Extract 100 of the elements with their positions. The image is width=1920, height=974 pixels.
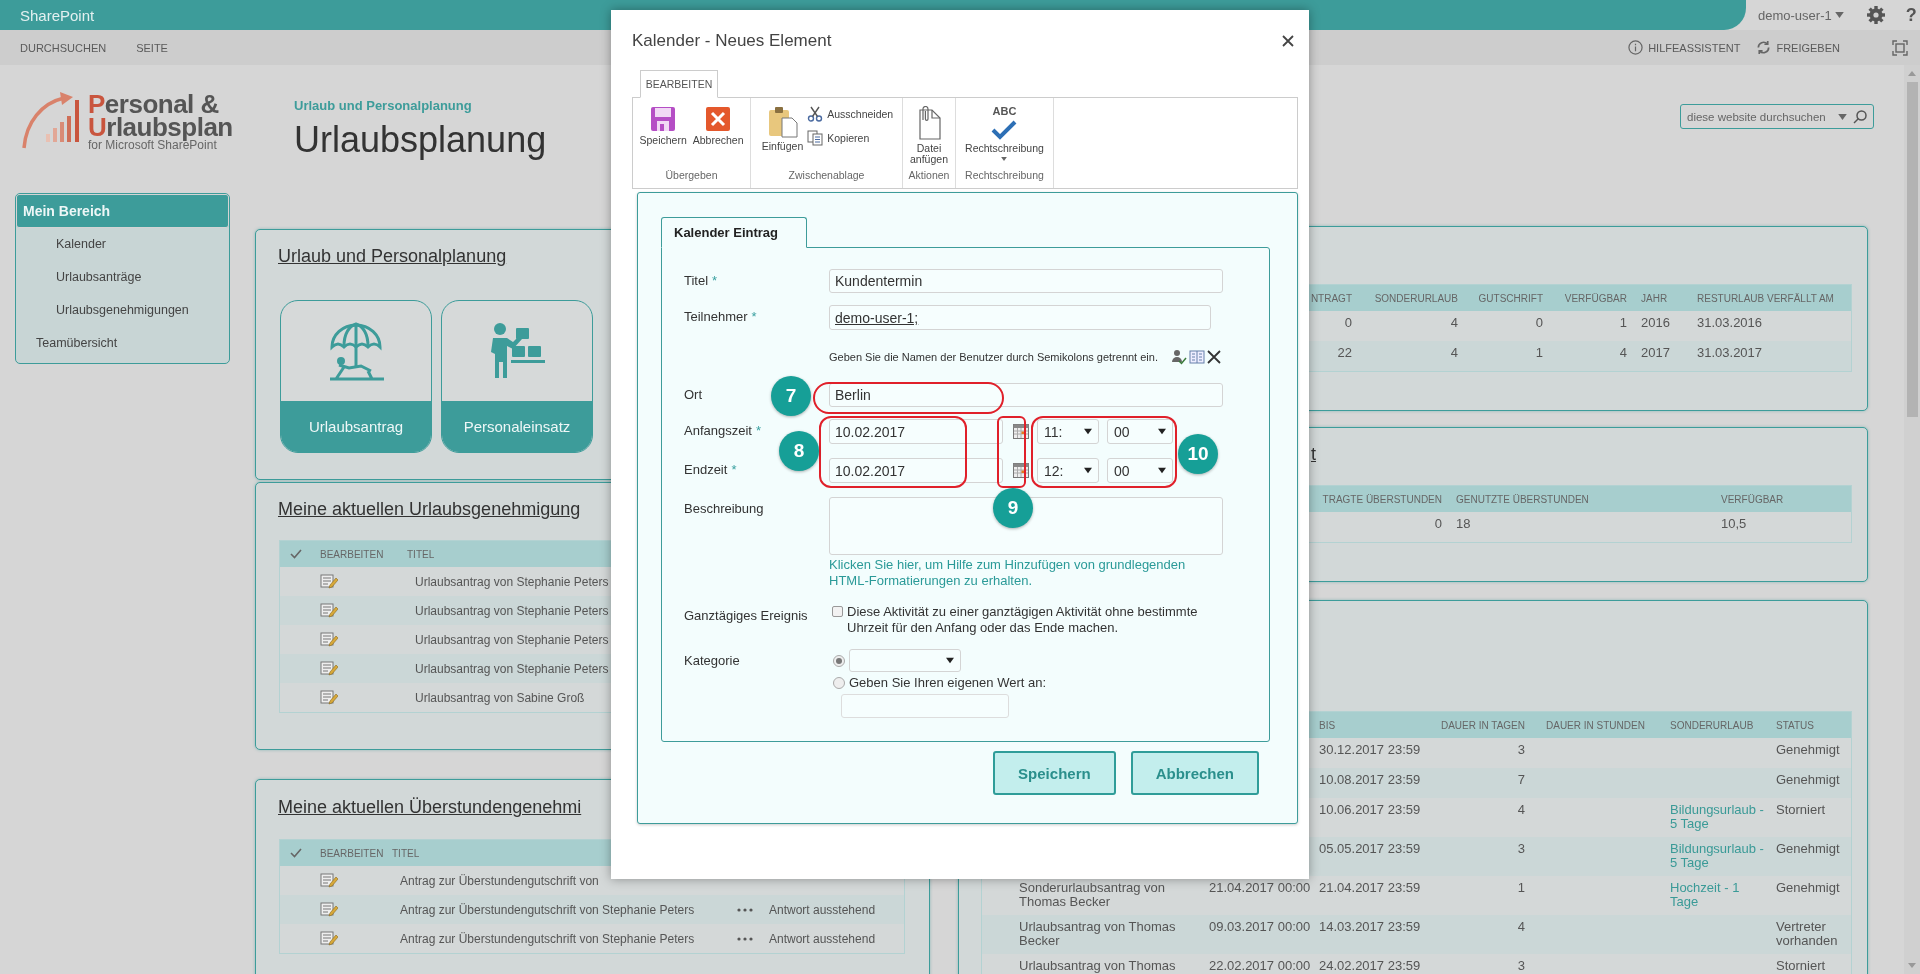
table-cell: 3 <box>1517 958 1525 973</box>
ribbon-button[interactable]: Kopieren <box>807 130 894 146</box>
hour-select[interactable]: 11: <box>1037 419 1099 444</box>
radio-button[interactable] <box>833 676 845 689</box>
column-header[interactable]: GUTSCHRIFT <box>1478 292 1543 304</box>
column-header[interactable]: BEARBEITEN <box>320 548 407 560</box>
fullscreen-icon[interactable] <box>1892 39 1908 56</box>
check-icon <box>290 549 302 559</box>
edit-icon[interactable] <box>320 660 338 677</box>
scrollbar[interactable] <box>1904 65 1920 974</box>
ribbon-button[interactable]: ABC Rechtschreibung <box>963 104 1046 169</box>
command-link[interactable]: DURCHSUCHEN <box>20 41 107 54</box>
more-icon[interactable] <box>737 907 753 912</box>
remove-icon[interactable] <box>1207 350 1221 364</box>
column-header[interactable]: JAHR <box>1641 292 1668 304</box>
nav-item[interactable]: Urlaubsgenehmigungen <box>16 294 229 327</box>
tile[interactable]: Personaleinsatz <box>441 300 593 453</box>
ribbon-button[interactable]: Speichern <box>637 104 689 169</box>
column-header[interactable]: STATUS <box>1776 719 1814 731</box>
caret-icon[interactable] <box>1084 467 1092 474</box>
dialog-button[interactable]: Abbrechen <box>1130 751 1259 795</box>
ribbon-tab[interactable]: BEARBEITEN <box>640 70 718 98</box>
edit-icon[interactable] <box>320 573 338 590</box>
more-icon[interactable] <box>737 936 753 941</box>
table-cell: 2016 <box>1641 315 1670 330</box>
help-link[interactable]: HILFEASSISTENT <box>1628 40 1741 55</box>
search-field[interactable]: diese website durchsuchen <box>1687 110 1832 123</box>
table-cell-text: Genehmigt <box>1776 773 1841 787</box>
panel-title[interactable]: t <box>1311 444 1316 464</box>
ribbon-button[interactable]: Ausschneiden <box>807 106 894 122</box>
column-header[interactable]: TRAGTE ÜBERSTUNDEN <box>1322 493 1442 505</box>
table-cell: 09.03.2017 00:00 <box>1209 919 1311 934</box>
table-cell: 05.05.2017 23:59 <box>1319 841 1421 856</box>
share-link[interactable]: FREIGEBEN <box>1756 40 1840 55</box>
caret-icon[interactable] <box>1158 467 1166 474</box>
column-header[interactable]: VERFÜGBAR <box>1721 493 1784 505</box>
person-check-icon[interactable] <box>1171 349 1187 365</box>
nav-item[interactable]: Teamübersicht <box>16 327 229 360</box>
ribbon-button[interactable]: Einfügen <box>759 104 806 169</box>
settings-icon[interactable] <box>1865 5 1886 25</box>
text-field[interactable]: Berlin <box>829 383 1223 407</box>
nav-item[interactable]: Mein Bereich <box>16 194 229 228</box>
nav-item[interactable]: Kalender <box>16 228 229 261</box>
tile[interactable]: Urlaubsantrag <box>280 300 432 453</box>
edit-icon[interactable] <box>320 602 338 619</box>
caret-icon[interactable] <box>946 657 954 664</box>
edit-icon[interactable] <box>320 689 338 706</box>
edit-icon[interactable] <box>320 631 338 648</box>
panel-title[interactable]: Meine aktuellen Urlaubsgenehmigung <box>278 499 581 519</box>
description-field[interactable] <box>829 497 1223 555</box>
nav-item[interactable]: Urlaubsanträge <box>16 261 229 294</box>
search-icon[interactable] <box>1853 109 1867 124</box>
minute-select[interactable]: 00 <box>1107 419 1173 444</box>
required-mark: * <box>731 462 737 477</box>
table-cell[interactable]: Antrag zur Überstundengutschrift von Stephanie Peters <box>392 931 737 946</box>
ribbon-button[interactable]: Abbrechen <box>690 104 746 169</box>
caret-icon[interactable] <box>1084 428 1092 435</box>
command-link[interactable]: SEITE <box>136 41 168 54</box>
help-link[interactable]: Klicken Sie hier, um Hilfe zum Hinzufügen von grundlegenden HTML-Formatierungen zu erhalten. <box>829 557 1223 589</box>
caret-icon[interactable] <box>1158 428 1166 435</box>
search-box[interactable]: diese website durchsuchen <box>1680 104 1874 129</box>
date-field[interactable]: 10.02.2017 <box>829 419 1003 444</box>
column-header[interactable]: DAUER IN STUNDEN <box>1546 719 1645 731</box>
form-tab[interactable]: Kalender Eintrag <box>661 217 807 248</box>
input-field[interactable] <box>841 694 1009 718</box>
column-header[interactable]: GENUTZTE ÜBERSTUNDEN <box>1456 493 1589 505</box>
help-button[interactable]: ? <box>1905 4 1917 26</box>
user-menu[interactable]: demo-user-1 <box>1758 7 1832 23</box>
hour-select[interactable]: 12: <box>1037 458 1099 483</box>
panel-title[interactable]: Meine aktuellen Überstundengenehmi <box>278 797 582 817</box>
edit-icon[interactable] <box>320 901 338 918</box>
column-header[interactable]: RESTURLAUB VERFÄLLT AM <box>1697 292 1834 304</box>
table-cell[interactable]: Urlaubsantrag von Thomas <box>1019 959 1184 973</box>
edit-icon[interactable] <box>320 930 338 947</box>
people-field[interactable]: demo-user-1; <box>829 305 1211 330</box>
table-cell[interactable]: Antrag zur Überstundengutschrift von Stephanie Peters <box>392 902 737 917</box>
brand-title[interactable]: SharePoint <box>20 6 95 24</box>
column-header[interactable]: NTRAGT <box>1310 292 1352 304</box>
table-cell: 21.04.2017 00:00 <box>1209 880 1311 895</box>
close-icon[interactable] <box>1282 35 1294 47</box>
checkbox[interactable] <box>832 606 843 617</box>
column-header[interactable]: VERFÜGBAR <box>1564 292 1627 304</box>
column-header[interactable]: BEARBEITEN <box>320 847 392 859</box>
required-mark: * <box>712 273 718 288</box>
column-header[interactable]: DAUER IN TAGEN <box>1440 719 1525 731</box>
minute-select[interactable]: 00 <box>1107 458 1173 483</box>
column-header[interactable]: SONDERURLAUB <box>1374 292 1458 304</box>
date-field[interactable]: 10.02.2017 <box>829 458 1003 483</box>
text-field[interactable]: Kundentermin <box>829 269 1223 293</box>
checkbox-label: Diese Aktivität zu einer ganztägigen Aktivität ohne bestimmte Uhrzeit für den Anfang oder das Ende machen. <box>847 604 1199 636</box>
ribbon-button[interactable]: Datei anfügen <box>906 104 952 169</box>
dialog-button[interactable]: Speichern <box>993 751 1116 795</box>
table-cell[interactable]: Sonderurlaubsantrag von Thomas Becker <box>1019 881 1184 909</box>
edit-icon[interactable] <box>320 872 338 889</box>
table-cell[interactable]: Urlaubsantrag von Thomas Becker <box>1019 920 1184 948</box>
column-header[interactable]: SONDERURLAUB <box>1670 719 1754 731</box>
panel-title[interactable]: Urlaub und Personalplanung <box>278 246 507 266</box>
column-header[interactable]: BIS <box>1319 719 1336 731</box>
table-cell[interactable]: Antrag zur Überstundengutschrift von <box>392 873 737 888</box>
radio-button[interactable] <box>833 654 845 667</box>
